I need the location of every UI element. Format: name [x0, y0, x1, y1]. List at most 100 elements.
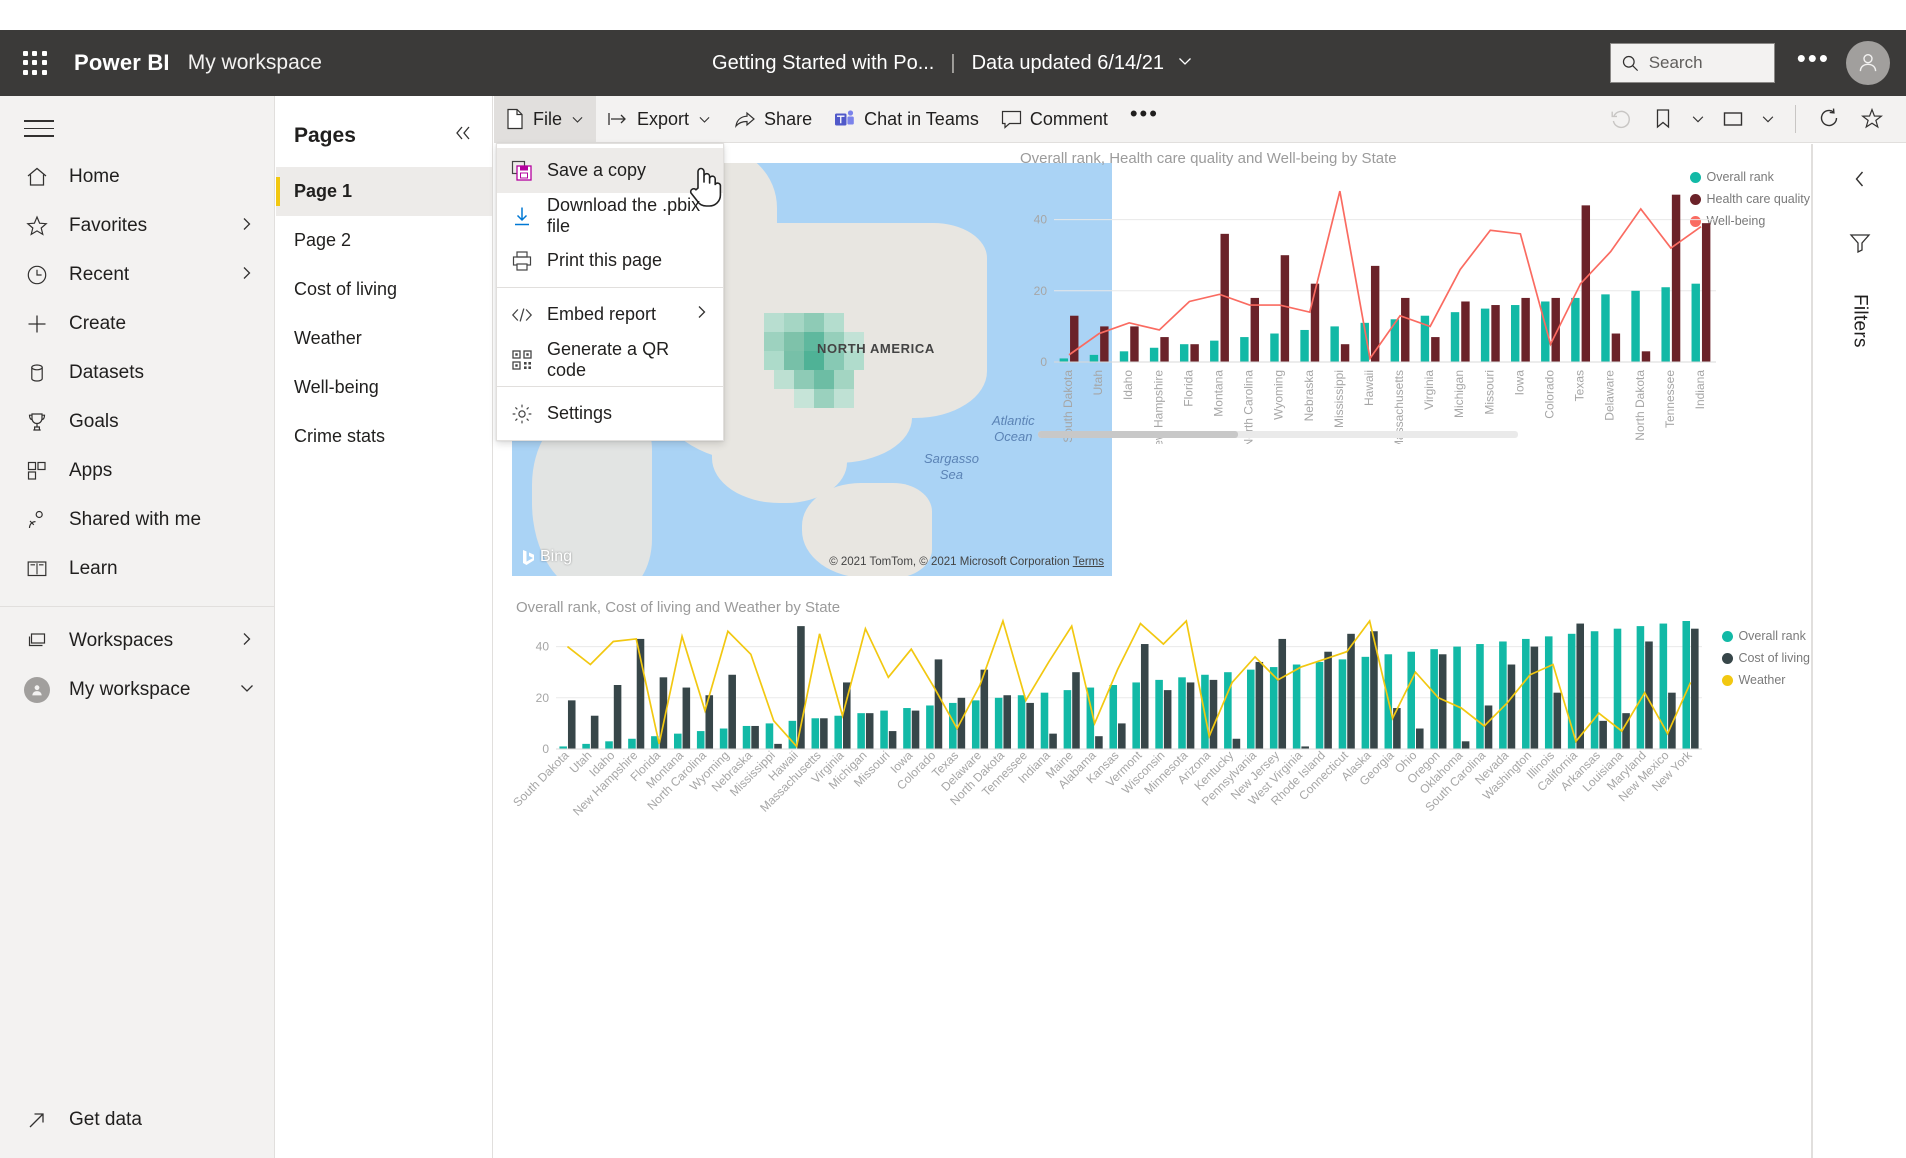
sidebar-item-favorites[interactable]: Favorites	[0, 202, 274, 251]
sidebar-item-home[interactable]: Home	[0, 153, 274, 202]
waffle-menu-icon[interactable]	[18, 46, 52, 80]
sidebar-item-create[interactable]: Create	[0, 300, 274, 349]
sidebar-item-apps[interactable]: Apps	[0, 447, 274, 496]
hamburger-menu-icon[interactable]	[24, 120, 54, 137]
view-dropdown-button[interactable]	[1755, 99, 1781, 139]
chevron-left-icon[interactable]	[1849, 168, 1871, 195]
toolbar-more-options-button[interactable]: •••	[1119, 96, 1170, 143]
svg-text:Indiana: Indiana	[1693, 370, 1707, 410]
menu-item-settings[interactable]: Settings	[497, 391, 723, 436]
page-item-label: Well-being	[294, 377, 379, 397]
svg-text:Florida: Florida	[1181, 370, 1195, 407]
export-label: Export	[637, 108, 690, 129]
chart-scrollbar-track[interactable]	[1038, 431, 1518, 438]
book-icon	[24, 556, 50, 582]
page-item-well-being[interactable]: Well-being	[276, 363, 492, 412]
chart-overall-health-wellbeing[interactable]: Overall rank, Health care quality and We…	[1016, 144, 1812, 444]
sidebar-item-shared-with-me[interactable]: Shared with me	[0, 496, 274, 545]
chart-scrollbar-thumb[interactable]	[1038, 431, 1238, 438]
comment-button[interactable]: Comment	[990, 96, 1119, 143]
sidebar-item-my-workspace[interactable]: My workspace	[0, 666, 274, 715]
refresh-button[interactable]	[1810, 99, 1850, 139]
svg-text:Tennessee: Tennessee	[1663, 370, 1677, 428]
chevron-right-icon[interactable]	[238, 630, 256, 653]
sidebar-item-get-data[interactable]: Get data	[0, 1095, 274, 1144]
workspaces-icon	[24, 628, 50, 654]
favorite-star-icon	[1861, 107, 1883, 129]
page-item-page-2[interactable]: Page 2	[276, 216, 492, 265]
home-icon	[24, 164, 50, 190]
search-icon	[1622, 55, 1638, 71]
sidebar-item-label: Favorites	[69, 215, 148, 237]
bing-logo-text: Bing	[540, 548, 573, 565]
menu-item-embed-report[interactable]: Embed report	[497, 292, 723, 337]
bing-logo[interactable]: Bing	[522, 548, 572, 566]
page-item-page-1[interactable]: Page 1	[276, 167, 492, 216]
data-updated-label: Data updated 6/14/21	[971, 51, 1164, 74]
bookmark-dropdown-button[interactable]	[1685, 99, 1711, 139]
svg-text:Michigan: Michigan	[1452, 370, 1466, 418]
apps-grid-icon	[24, 458, 50, 484]
chevron-right-icon[interactable]	[693, 303, 711, 326]
favorite-button[interactable]	[1852, 99, 1892, 139]
data-updated-chevron-down-icon[interactable]	[1176, 52, 1194, 75]
export-button[interactable]: Export	[596, 96, 723, 143]
sidebar-item-goals[interactable]: Goals	[0, 398, 274, 447]
filter-icon[interactable]	[1848, 231, 1872, 258]
plus-icon	[24, 311, 50, 337]
double-chevron-left-icon[interactable]	[452, 122, 474, 149]
menu-item-label: Generate a QR code	[547, 338, 670, 380]
title-separator: |	[950, 51, 956, 74]
menu-item-generate-qr-code[interactable]: Generate a QR code	[497, 337, 723, 382]
search-input[interactable]: Search	[1609, 43, 1775, 83]
chevron-right-icon[interactable]	[238, 264, 256, 287]
chart-overall-cost-weather[interactable]: Overall rank, Cost of living and Weather…	[512, 599, 1812, 854]
bookmark-button[interactable]	[1643, 99, 1683, 139]
filters-pane-label[interactable]: Filters	[1849, 294, 1871, 348]
chevron-right-icon[interactable]	[238, 215, 256, 238]
file-menu-button[interactable]: File	[494, 95, 597, 143]
menu-item-label: Download the .pbix file	[547, 194, 701, 236]
page-item-crime-stats[interactable]: Crime stats	[276, 412, 492, 461]
svg-text:Texas: Texas	[1573, 370, 1587, 401]
printer-icon	[511, 250, 533, 272]
page-item-label: Crime stats	[294, 426, 386, 446]
chevron-down-icon	[1762, 116, 1774, 123]
toolbar-divider	[1795, 105, 1796, 133]
svg-text:40: 40	[1034, 213, 1048, 227]
sidebar-item-workspaces[interactable]: Workspaces	[0, 617, 274, 666]
menu-item-label: Save a copy	[547, 160, 647, 180]
sidebar-item-datasets[interactable]: Datasets	[0, 349, 274, 398]
sidebar-item-recent[interactable]: Recent	[0, 251, 274, 300]
map-ocean-label-sargasso: Sargasso Sea	[924, 451, 979, 483]
menu-divider	[497, 287, 723, 288]
map-terms-link[interactable]: Terms	[1073, 556, 1104, 568]
page-item-weather[interactable]: Weather	[276, 314, 492, 363]
chat-in-teams-button[interactable]: Chat in Teams	[823, 96, 990, 143]
pages-pane: Pages Page 1 Page 2 Cost of living Weath…	[276, 96, 493, 1158]
sidebar-item-label: Create	[69, 313, 127, 335]
share-button[interactable]: Share	[723, 96, 823, 143]
menu-item-print-this-page[interactable]: Print this page	[497, 238, 723, 283]
powerbi-brand-logo[interactable]: Power BI	[74, 50, 170, 76]
comment-icon	[1001, 110, 1021, 129]
sidebar-divider	[0, 605, 274, 607]
sidebar-item-learn[interactable]: Learn	[0, 545, 274, 594]
svg-text:Nebraska: Nebraska	[1302, 370, 1316, 422]
map-attribution: © 2021 TomTom, © 2021 Microsoft Corporat…	[829, 556, 1104, 568]
user-avatar[interactable]	[1846, 41, 1890, 85]
pages-pane-header: Pages	[276, 96, 492, 149]
header-more-options-button[interactable]: •••	[1797, 45, 1830, 81]
map-attribution-text: © 2021 TomTom, © 2021 Microsoft Corporat…	[829, 556, 1070, 568]
svg-text:Colorado: Colorado	[1543, 370, 1557, 419]
reset-button[interactable]	[1601, 99, 1641, 139]
menu-item-save-a-copy[interactable]: Save a copy	[497, 148, 723, 207]
sidebar-item-label: Learn	[69, 558, 118, 580]
header-workspace-name[interactable]: My workspace	[188, 51, 322, 75]
chat-in-teams-label: Chat in Teams	[864, 108, 979, 129]
view-button[interactable]	[1713, 99, 1753, 139]
chevron-down-icon[interactable]	[238, 679, 256, 702]
menu-item-download-pbix[interactable]: Download the .pbix file	[497, 193, 723, 238]
gear-icon	[511, 403, 533, 425]
page-item-cost-of-living[interactable]: Cost of living	[276, 265, 492, 314]
